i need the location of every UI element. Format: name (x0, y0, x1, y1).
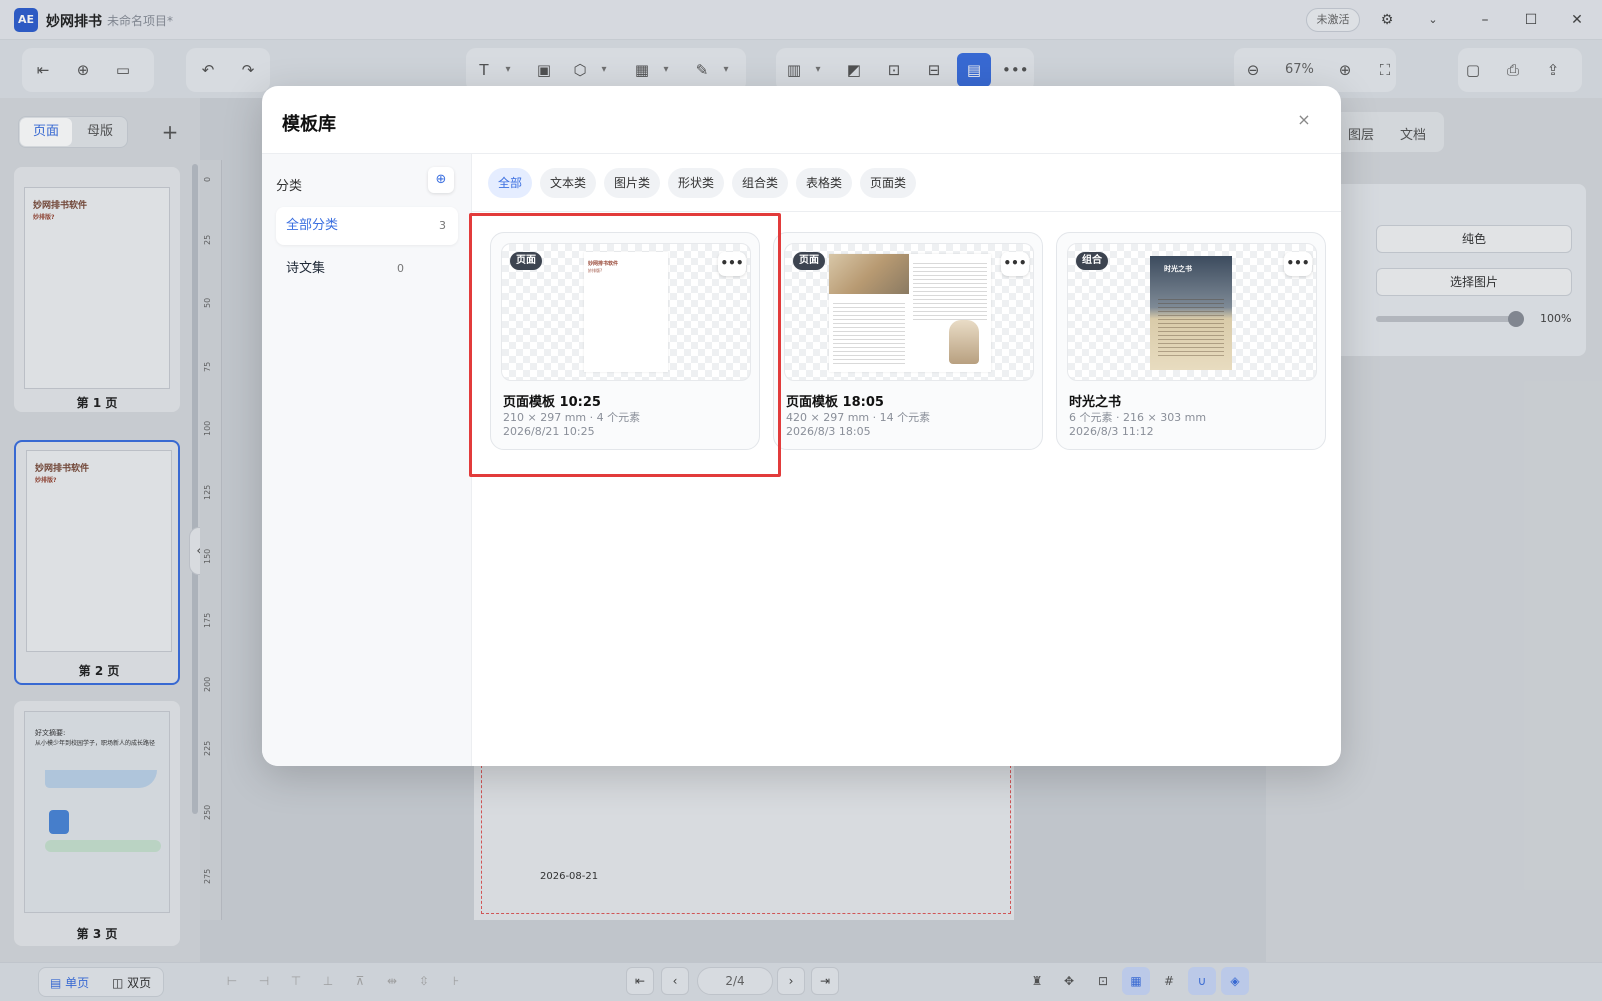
preview-text-lines (833, 300, 905, 364)
category-poetry[interactable]: 诗文集 0 (276, 250, 458, 288)
template-meta: 420 × 297 mm · 14 个元素 (786, 411, 931, 424)
more-options-icon[interactable]: ••• (1001, 252, 1029, 276)
template-meta: 6 个元素 · 216 × 303 mm (1069, 411, 1207, 424)
more-options-icon[interactable]: ••• (1284, 252, 1312, 276)
category-name: 诗文集 (286, 261, 326, 276)
preview-book-cover: 时光之书 (1150, 256, 1232, 370)
category-count: 3 (439, 219, 446, 232)
category-all[interactable]: 全部分类 3 (276, 207, 458, 245)
dialog-title: 模板库 (282, 114, 336, 135)
template-date: 2026/8/3 18:05 (786, 425, 871, 438)
template-card-3[interactable]: 时光之书 组合 ••• 时光之书 6 个元素 · 216 × 303 mm 20… (1056, 232, 1326, 450)
filter-text[interactable]: 文本类 (540, 168, 597, 198)
template-preview: 时光之书 组合 ••• (1067, 243, 1317, 381)
filter-bar: 全部 文本类 图片类 形状类 组合类 表格类 页面类 (472, 154, 1341, 212)
preview-spread (829, 254, 991, 372)
template-card-2[interactable]: 页面 ••• 页面模板 18:05 420 × 297 mm · 14 个元素 … (773, 232, 1043, 450)
preview-text-lines (1158, 296, 1224, 356)
preview-text-lines (913, 260, 987, 320)
preview-painting (829, 254, 909, 294)
template-name: 时光之书 (1069, 395, 1122, 410)
filter-shape[interactable]: 形状类 (668, 168, 725, 198)
add-category-icon[interactable]: ⊕ (428, 167, 454, 193)
category-name: 全部分类 (286, 218, 339, 233)
template-library-dialog: 模板库 × 分类 ⊕ 全部分类 3 诗文集 0 全部 文本类 图片类 形状类 组… (262, 86, 1341, 766)
filter-table[interactable]: 表格类 (796, 168, 853, 198)
template-date: 2026/8/3 11:12 (1069, 425, 1154, 438)
template-preview: 页面 ••• (784, 243, 1034, 381)
category-heading: 分类 (276, 179, 303, 194)
preview-title: 时光之书 (1164, 265, 1192, 273)
filter-image[interactable]: 图片类 (604, 168, 661, 198)
type-tag: 组合 (1076, 252, 1108, 270)
type-tag: 页面 (793, 252, 825, 270)
category-sidebar: 分类 ⊕ 全部分类 3 诗文集 0 (262, 154, 472, 766)
template-name: 页面模板 18:05 (786, 395, 884, 410)
filter-group[interactable]: 组合类 (732, 168, 789, 198)
preview-figure (949, 320, 979, 364)
filter-page[interactable]: 页面类 (860, 168, 917, 198)
close-dialog-icon[interactable]: × (1292, 108, 1316, 132)
filter-all[interactable]: 全部 (488, 168, 533, 198)
category-count: 0 (397, 262, 404, 275)
highlight-box (469, 213, 781, 477)
